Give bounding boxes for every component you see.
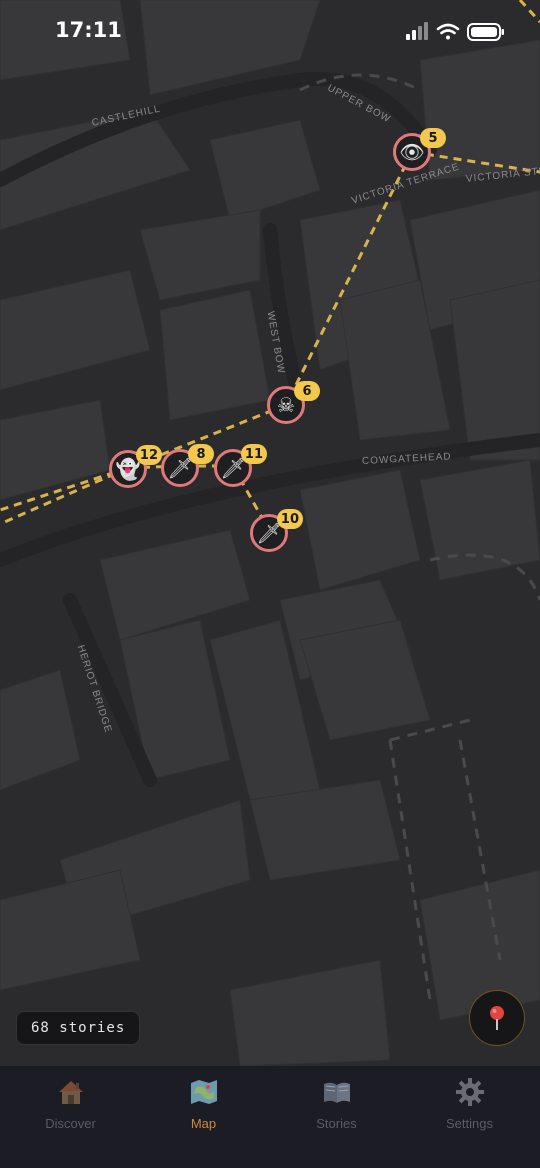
tab-bar: Discover Map Stories Settings	[0, 1066, 540, 1168]
story-count-badge: 6	[294, 381, 320, 401]
signal-icon	[406, 22, 428, 40]
tab-discover[interactable]: Discover	[3, 1074, 138, 1144]
dagger-icon: 🗡	[256, 521, 282, 545]
book-icon	[323, 1082, 350, 1103]
battery-icon	[467, 23, 504, 41]
story-count-badge: 10	[276, 509, 303, 529]
skull-icon: ☠	[277, 393, 295, 417]
tab-stories[interactable]: Stories	[269, 1074, 404, 1144]
story-count-badge: 11	[240, 444, 267, 464]
dagger-icon: 🗡	[167, 456, 193, 480]
house-icon	[58, 1081, 83, 1104]
eye-icon: 👁	[399, 140, 425, 164]
locate-me-button[interactable]	[469, 990, 525, 1046]
story-count-badge: 5	[420, 128, 446, 148]
gear-icon	[455, 1078, 484, 1106]
tab-label: Stories	[316, 1116, 357, 1131]
ghost-icon: 👻	[115, 457, 141, 481]
status-time: 17:11	[55, 18, 122, 42]
story-marker-dagger[interactable]: 🗡 10	[250, 509, 303, 552]
tab-settings[interactable]: Settings	[402, 1074, 537, 1144]
wifi-icon	[436, 23, 460, 40]
story-marker-skull[interactable]: ☠ 6	[267, 381, 320, 424]
tab-label: Settings	[446, 1116, 493, 1131]
tab-label: Discover	[45, 1116, 96, 1131]
story-marker-eye[interactable]: 👁 5	[393, 128, 446, 171]
dagger-icon: 🗡	[220, 456, 246, 480]
status-bar: 17:11	[0, 0, 540, 62]
story-marker-ghost[interactable]: 👻 12	[109, 445, 162, 488]
tab-label: Map	[190, 1116, 217, 1131]
story-marker-dagger[interactable]: 🗡 8	[161, 444, 214, 487]
map-icon	[190, 1080, 217, 1104]
story-marker-dagger[interactable]: 🗡 11	[214, 444, 267, 487]
story-count-badge: 12	[135, 445, 162, 465]
tab-map[interactable]: Map	[136, 1074, 271, 1144]
story-count-label: 68 stories	[16, 1011, 141, 1045]
pushpin-icon	[490, 1006, 504, 1030]
status-icons	[406, 22, 504, 41]
story-count-badge: 8	[188, 444, 214, 464]
